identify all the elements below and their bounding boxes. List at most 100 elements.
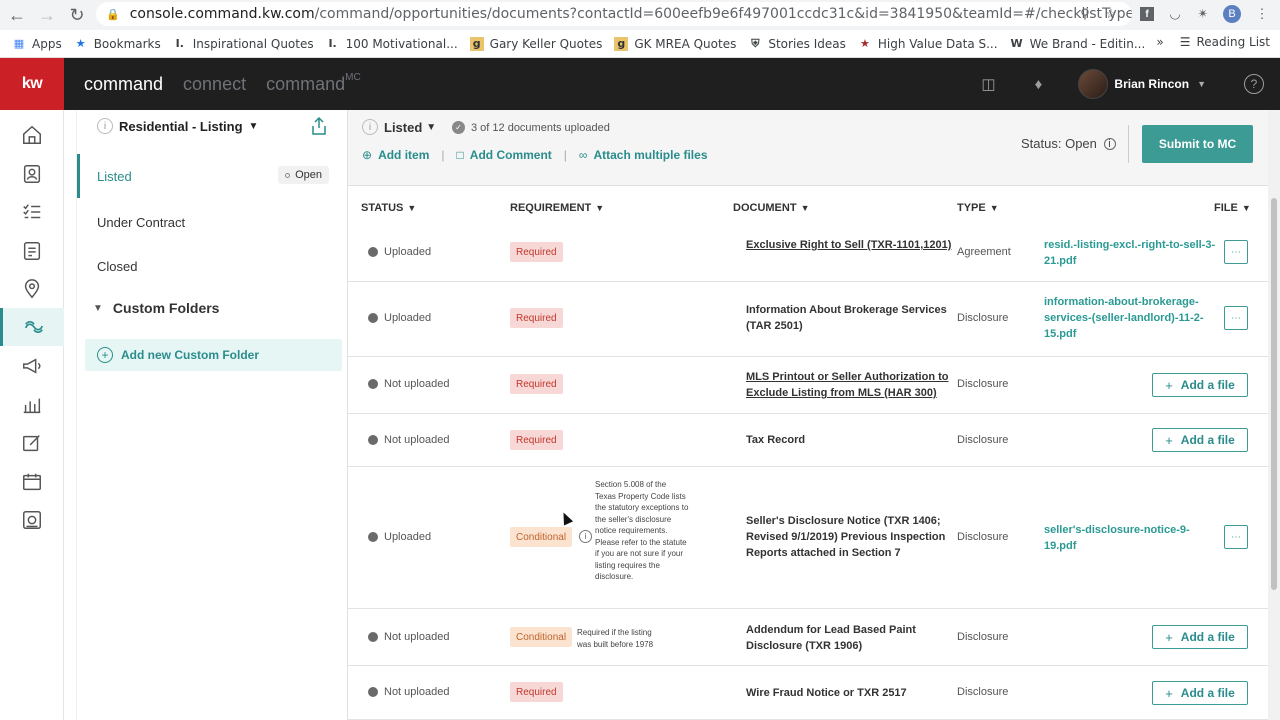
sidebar-item-listed[interactable]: Listed Open	[77, 154, 347, 198]
document-type: Disclosure	[957, 378, 1009, 390]
puzzle-icon[interactable]: ✴	[1193, 4, 1213, 24]
bookmark-bookmarks[interactable]: ★ Bookmarks	[74, 37, 161, 51]
bookmark-gary-keller[interactable]: g Gary Keller Quotes	[469, 36, 602, 51]
file-link[interactable]: information-about-brokerage-services-(se…	[1044, 294, 1216, 342]
chevron-down-icon[interactable]: ▼	[1197, 79, 1206, 89]
opportunities-icon[interactable]	[0, 308, 64, 346]
reading-list[interactable]: » ☰ Reading List	[1156, 35, 1270, 49]
document-type: Disclosure	[957, 686, 1009, 698]
bookmark-inspirational[interactable]: I. Inspirational Quotes	[173, 37, 314, 51]
checklist-selector[interactable]: i Residential - Listing ▼	[97, 118, 258, 134]
custom-folders-toggle[interactable]: ▼ Custom Folders	[93, 300, 219, 316]
facebook-icon[interactable]: f	[1137, 4, 1157, 24]
add-item-button[interactable]: ⊕ Add item	[362, 148, 429, 162]
checklist-panel: i Residential - Listing ▼ Listed Open Un…	[76, 110, 348, 720]
document-link[interactable]: MLS Printout or Seller Authorization to …	[746, 369, 961, 401]
contacts-icon[interactable]	[0, 155, 64, 193]
caret-down-icon: ▼	[248, 120, 259, 132]
bookmark-apps[interactable]: ▦ Apps	[12, 37, 62, 51]
megaphone-icon[interactable]	[0, 347, 64, 385]
table-row: Not uploaded Required MLS Printout or Se…	[348, 357, 1268, 414]
status-dropdown[interactable]: i Listed ▼	[362, 119, 436, 135]
info-icon: i	[362, 119, 378, 135]
checklist-icon[interactable]	[0, 232, 64, 270]
document-type: Disclosure	[957, 434, 1009, 446]
status-indicator: Not uploaded	[368, 631, 449, 643]
photo-icon[interactable]	[0, 501, 64, 539]
edit-icon[interactable]	[0, 424, 64, 462]
header-file[interactable]: FILE ▼	[1214, 202, 1251, 214]
plus-icon: +	[1165, 432, 1173, 448]
left-rail	[0, 110, 64, 720]
sidebar-item-under-contract[interactable]: Under Contract	[77, 200, 347, 244]
file-link[interactable]: seller's-disclosure-notice-9-19.pdf	[1044, 522, 1204, 554]
info-icon[interactable]: i	[579, 530, 592, 543]
table-row: Uploaded Required Information About Brok…	[348, 282, 1268, 357]
user-name[interactable]: Brian Rincon	[1114, 77, 1189, 91]
file-link[interactable]: resid.-listing-excl.-right-to-sell-3-21.…	[1044, 237, 1216, 269]
menu-icon[interactable]: ⋮	[1252, 4, 1272, 24]
info-icon: i	[97, 118, 113, 134]
address-bar[interactable]: 🔒 console.command.kw.com/command/opportu…	[96, 2, 1132, 26]
submit-to-mc-button[interactable]: Submit to MC	[1142, 125, 1253, 163]
nav-connect[interactable]: connect	[183, 74, 246, 95]
document-name: Addendum for Lead Based Paint Disclosure…	[746, 624, 916, 652]
nav-command-mc[interactable]: commandMC	[266, 72, 361, 95]
nav-command[interactable]: command	[84, 74, 163, 95]
sidebar-item-closed[interactable]: Closed	[77, 244, 347, 288]
zoom-icon[interactable]: ⚲	[1075, 4, 1095, 24]
bookmark-motivational[interactable]: I. 100 Motivational...	[326, 37, 457, 51]
apps-icon: ▦	[13, 37, 25, 50]
document-name: Tax Record	[746, 434, 806, 446]
add-file-button[interactable]: + Add a file	[1152, 428, 1248, 452]
scrollbar[interactable]	[1268, 110, 1280, 720]
tasks-icon[interactable]	[0, 193, 64, 231]
bookmark-gk-mrea[interactable]: g GK MREA Quotes	[614, 36, 736, 51]
calendar-icon[interactable]	[0, 463, 64, 501]
document-link[interactable]: Exclusive Right to Sell (TXR-1101,1201)	[746, 237, 956, 253]
divider	[1128, 125, 1129, 163]
add-comment-button[interactable]: □ Add Comment	[457, 148, 552, 162]
requirement-badge: Required	[510, 242, 563, 262]
requirement-badge: Required	[510, 308, 563, 328]
extension-icon[interactable]: ◡	[1165, 4, 1185, 24]
back-icon[interactable]: ←	[4, 2, 30, 28]
share-icon[interactable]	[311, 116, 327, 139]
info-icon[interactable]: i	[1103, 138, 1116, 150]
store-icon[interactable]: ◫	[976, 72, 1000, 96]
g-icon: g	[469, 36, 484, 51]
help-icon[interactable]: ?	[1244, 74, 1264, 94]
header-type[interactable]: TYPE ▼	[957, 202, 999, 214]
forward-icon[interactable]: →	[34, 2, 60, 28]
add-file-button[interactable]: + Add a file	[1152, 373, 1248, 397]
header-status[interactable]: STATUS ▼	[361, 202, 416, 214]
add-folder-button[interactable]: + Add new Custom Folder	[85, 339, 342, 371]
add-file-button[interactable]: + Add a file	[1152, 625, 1248, 649]
more-options-button[interactable]: ⋯	[1224, 525, 1248, 549]
location-icon[interactable]	[0, 270, 64, 308]
home-icon[interactable]	[0, 116, 64, 154]
document-name: Information About Brokerage Services (TA…	[746, 304, 947, 332]
requirement-badge: Conditional	[510, 527, 573, 547]
caret-down-icon: ▼	[800, 203, 810, 213]
bookmark-we-brand[interactable]: W We Brand - Editin...	[1010, 37, 1146, 51]
scrollbar-thumb[interactable]	[1271, 198, 1277, 590]
reload-icon[interactable]: ↻	[64, 2, 90, 28]
add-file-button[interactable]: + Add a file	[1152, 681, 1248, 705]
star-icon[interactable]: ☆	[1101, 4, 1121, 24]
plus-icon: ⊕	[362, 148, 373, 162]
avatar[interactable]	[1078, 69, 1109, 99]
bookmark-high-value[interactable]: ★ High Value Data S...	[858, 37, 998, 51]
insights-icon[interactable]	[0, 386, 64, 424]
comment-icon: □	[456, 148, 464, 162]
more-options-button[interactable]: ⋯	[1224, 240, 1248, 264]
bookmark-stories[interactable]: ⛨ Stories Ideas	[748, 37, 846, 51]
header-document[interactable]: DOCUMENT ▼	[733, 202, 809, 214]
more-options-button[interactable]: ⋯	[1224, 306, 1248, 330]
attach-files-button[interactable]: ∞ Attach multiple files	[579, 148, 708, 162]
bell-icon[interactable]: ♦	[1026, 72, 1050, 96]
header-requirement[interactable]: REQUIREMENT ▼	[510, 202, 604, 214]
profile-avatar[interactable]: B	[1222, 4, 1242, 24]
kw-logo[interactable]: kw	[0, 58, 64, 110]
requirement-note: Section 5.008 of the Texas Property Code…	[595, 480, 689, 581]
